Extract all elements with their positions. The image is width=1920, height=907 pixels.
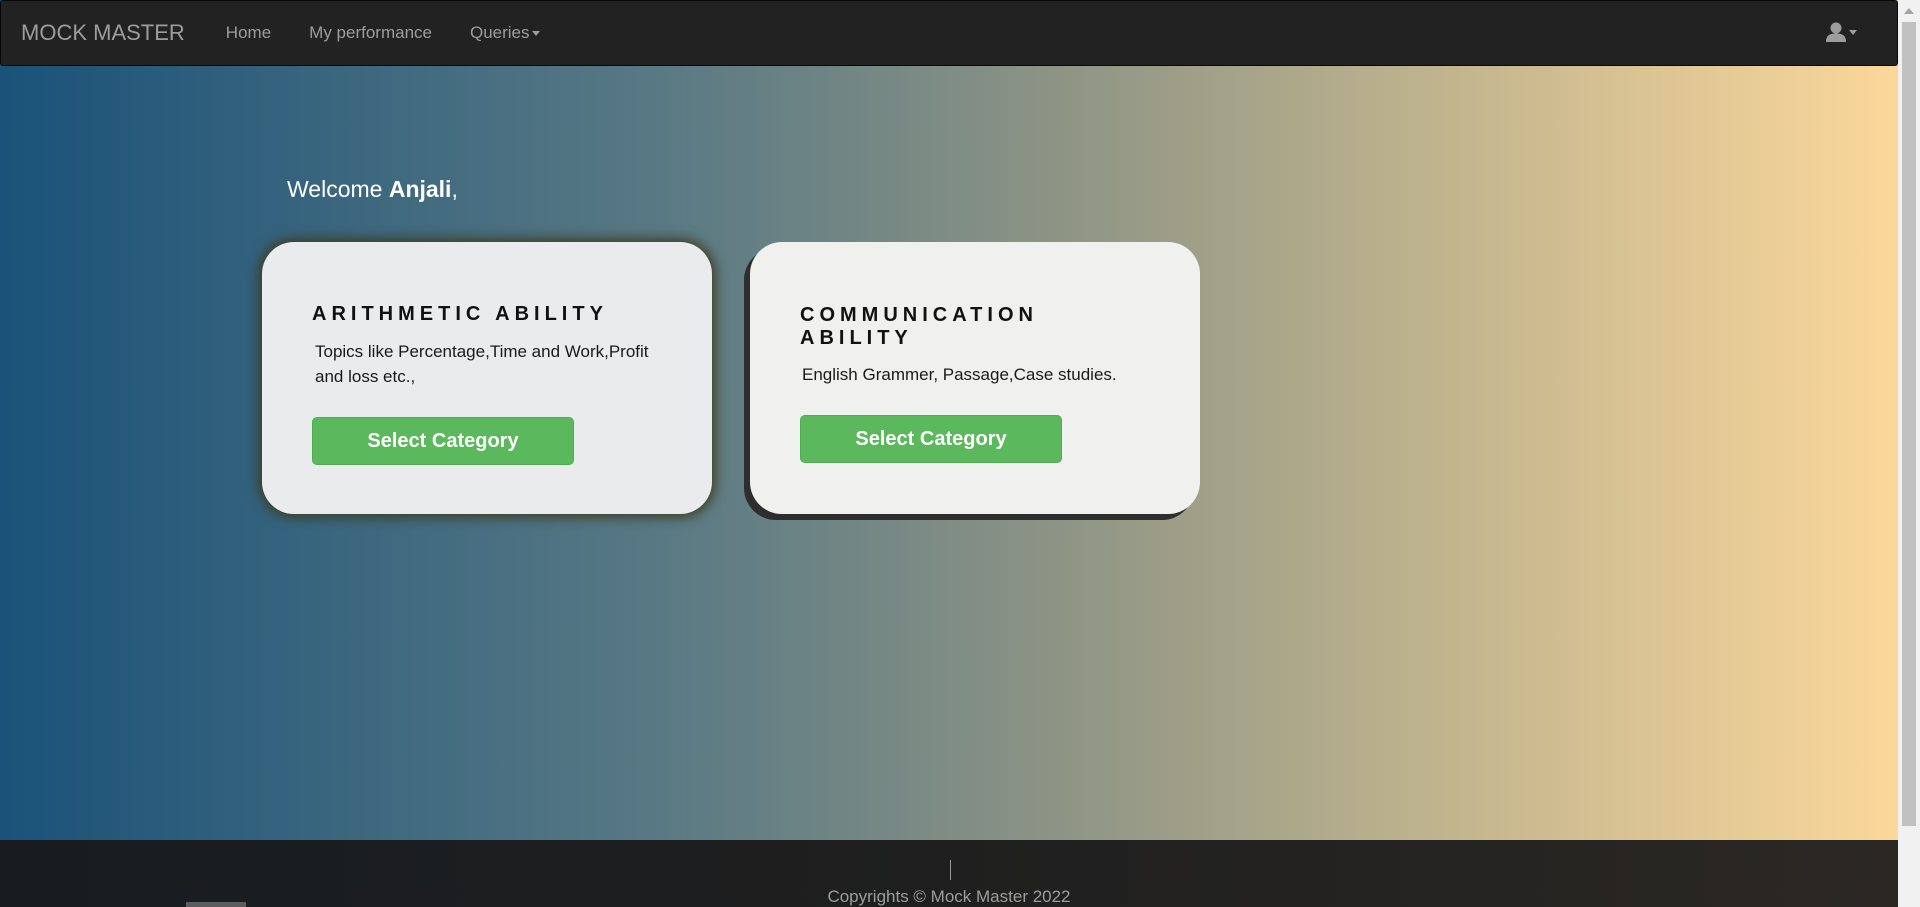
user-icon <box>1826 22 1846 42</box>
scroll-up-arrow-icon[interactable] <box>1904 8 1914 14</box>
brand-link[interactable]: MOCK MASTER <box>21 20 185 46</box>
nav-queries-label: Queries <box>469 23 530 42</box>
card-title: ARITHMETIC ABILITY <box>312 303 608 325</box>
vertical-scrollbar[interactable] <box>1898 0 1920 907</box>
welcome-suffix: , <box>451 176 458 202</box>
footer-divider <box>950 860 951 880</box>
scrollbar-thumb[interactable] <box>1902 22 1916 826</box>
nav-home[interactable]: Home <box>207 23 290 43</box>
category-card-communication: COMMUNICATION ABILITY English Grammer, P… <box>750 242 1200 514</box>
nav-queries-dropdown[interactable]: Queries <box>451 23 559 43</box>
card-description: English Grammer, Passage,Case studies. <box>802 365 1117 384</box>
horizontal-scrollbar-thumb[interactable] <box>186 902 246 907</box>
category-card-arithmetic: ARITHMETIC ABILITY Topics like Percentag… <box>262 242 712 514</box>
caret-down-icon <box>1849 29 1857 35</box>
welcome-prefix: Welcome <box>287 176 389 202</box>
footer-copyright: Copyrights © Mock Master 2022 <box>827 887 1071 906</box>
page: MOCK MASTER Home My performance Queries … <box>0 0 1920 907</box>
user-menu-dropdown[interactable] <box>1825 21 1857 43</box>
card-description: Topics like Percentage,Time and Work,Pro… <box>315 342 649 386</box>
caret-down-icon <box>531 31 540 37</box>
nav-my-performance[interactable]: My performance <box>290 23 451 43</box>
user-name: Anjali <box>388 176 452 202</box>
top-navbar: MOCK MASTER Home My performance Queries <box>0 0 1898 66</box>
footer: Copyrights © Mock Master 2022 <box>0 840 1898 907</box>
select-category-button-arithmetic[interactable]: Select Category <box>312 417 574 465</box>
welcome-message: Welcome Anjali, <box>287 176 458 203</box>
card-title: COMMUNICATION ABILITY <box>800 304 1038 349</box>
select-category-button-communication[interactable]: Select Category <box>800 415 1062 463</box>
